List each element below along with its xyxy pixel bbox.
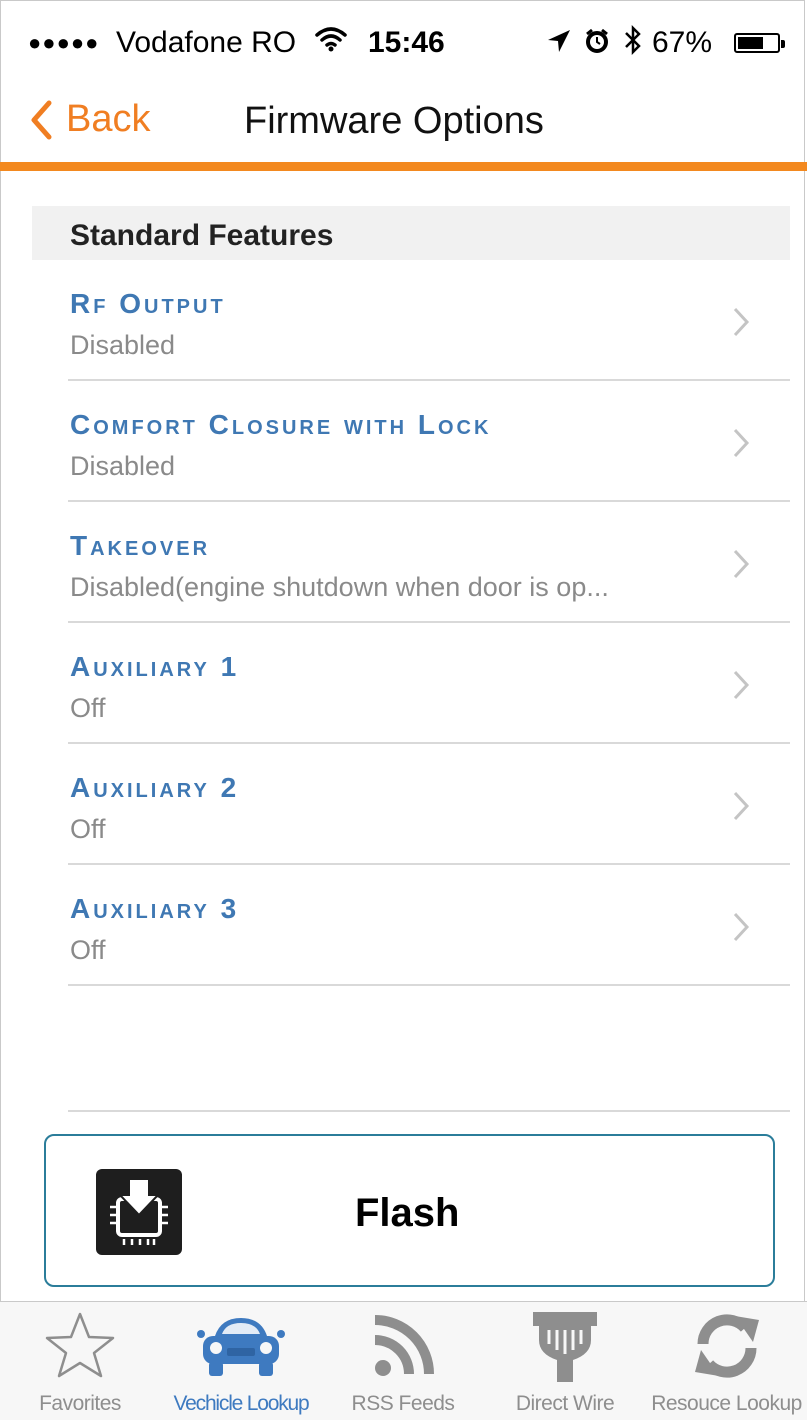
wifi-icon [314,24,348,59]
chevron-right-icon [733,307,750,337]
item-value: Disabled(engine shutdown when door is op… [70,572,609,602]
tab-label: Vechicle Lookup [173,1392,310,1415]
flash-label: Flash [355,1191,460,1235]
flash-button[interactable]: Flash [44,1134,775,1287]
tab-direct-wire[interactable]: Direct Wire [484,1302,646,1420]
item-title: Auxiliary 2 [70,772,240,803]
tab-label: Favorites [39,1392,121,1415]
list-item[interactable]: Auxiliary 1 Off [0,623,807,744]
list-item[interactable]: Auxiliary 2 Off [0,744,807,865]
chevron-right-icon [733,912,750,942]
item-title: Auxiliary 3 [70,893,240,924]
back-label: Back [66,98,151,140]
carrier-name: Vodafone RO [116,26,297,59]
clock: 15:46 [368,26,445,59]
item-title: Rf Output [70,288,226,319]
item-value: Off [70,814,106,844]
refresh-icon [694,1314,759,1378]
list-bottom-divider [68,1110,790,1112]
chevron-right-icon [733,670,750,700]
list-item[interactable]: Takeover Disabled(engine shutdown when d… [0,502,807,623]
chevron-right-icon [733,549,750,579]
tab-vehicle-lookup[interactable]: Vechicle Lookup [160,1302,322,1420]
item-title: Auxiliary 1 [70,651,240,682]
nav-divider [0,162,807,171]
bluetooth-icon [622,24,644,61]
status-bar: ●●●●● Vodafone RO 15:46 67% [0,0,807,84]
item-title: Takeover [70,530,211,561]
item-value: Disabled [70,330,176,360]
chevron-right-icon [733,791,750,821]
tab-favorites[interactable]: Favorites [0,1302,160,1420]
wire-icon [533,1312,597,1382]
item-value: Disabled [70,451,176,481]
tab-label: Resouce Lookup [651,1392,802,1415]
section-header-label: Standard Features [70,219,334,252]
alarm-icon [584,28,610,59]
item-value: Off [70,693,106,723]
battery-percent: 67% [652,26,713,59]
item-title: Comfort Closure with Lock [70,409,492,440]
list-item[interactable]: Auxiliary 3 Off [0,865,807,986]
tab-label: Direct Wire [515,1392,615,1415]
navigation-bar: Back Firmware Options [0,84,807,162]
back-button[interactable]: Back [30,98,150,141]
tab-resource-lookup[interactable]: Resouce Lookup [646,1302,807,1420]
tab-rss-feeds[interactable]: RSS Feeds [322,1302,484,1420]
page-title: Firmware Options [244,100,544,142]
list-item[interactable]: Rf Output Disabled [0,260,807,381]
tab-label: RSS Feeds [351,1392,455,1415]
star-icon [45,1312,115,1378]
signal-strength: ●●●●● [28,30,100,55]
battery-icon [734,33,785,53]
location-arrow-icon [546,28,572,59]
chevron-left-icon [31,100,52,139]
list-item[interactable]: Comfort Closure with Lock Disabled [0,381,807,502]
car-icon [197,1318,285,1376]
tab-bar: Favorites Vechicle Lookup RSS Feeds Dire… [0,1301,807,1420]
row-divider [68,984,790,986]
item-value: Off [70,935,106,965]
rss-icon [374,1315,434,1376]
chevron-right-icon [733,428,750,458]
battery-nub [781,40,785,48]
battery-level [738,37,763,49]
chip-download-icon [96,1169,182,1255]
section-header: Standard Features [32,206,790,260]
